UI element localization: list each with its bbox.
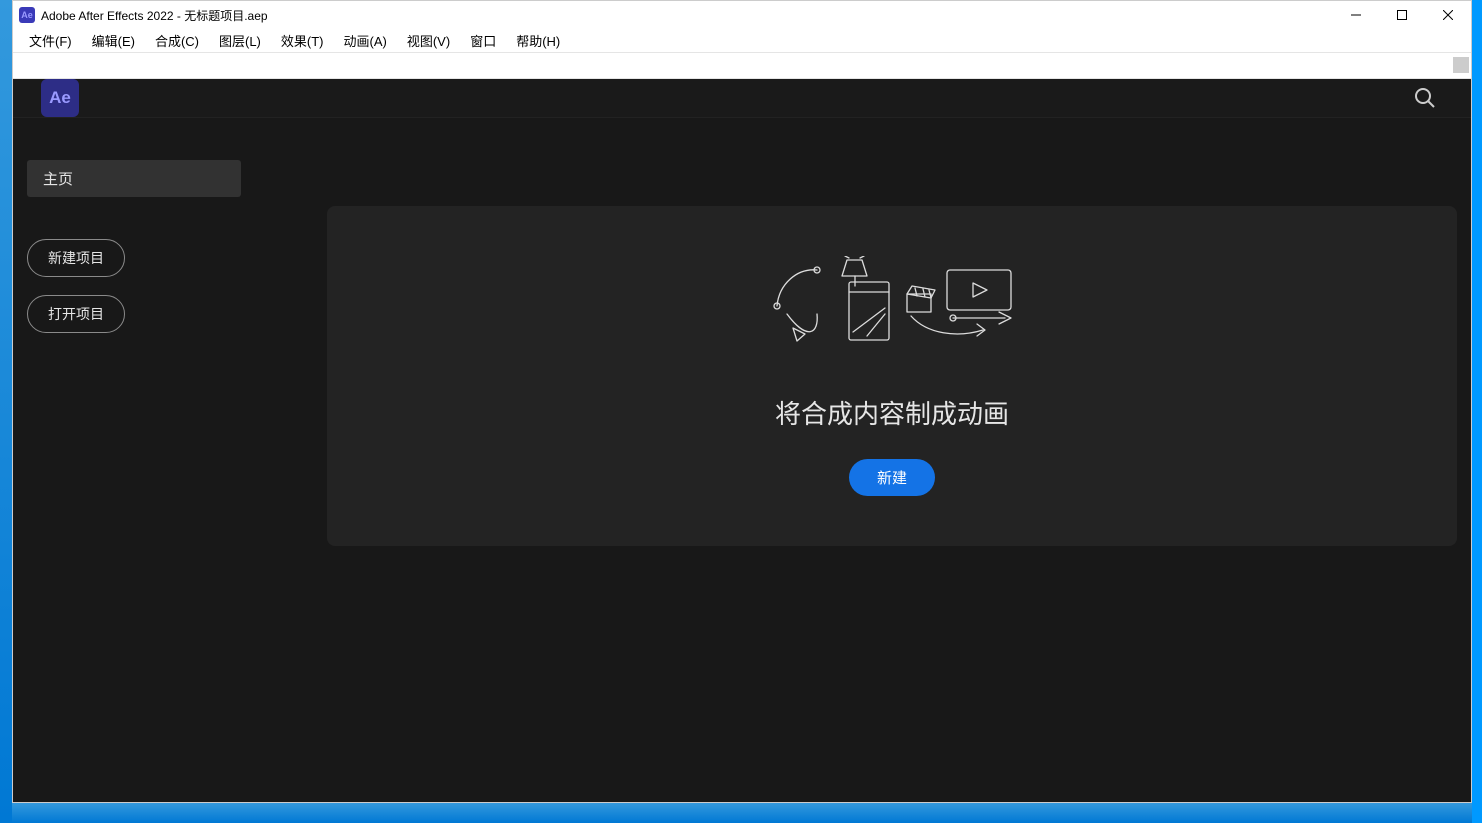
new-composition-button[interactable]: 新建 — [849, 459, 935, 496]
home-sidebar: 主页 新建项目 打开项目 — [27, 118, 327, 802]
welcome-card: 将合成内容制成动画 新建 — [327, 206, 1457, 546]
menu-view[interactable]: 视图(V) — [397, 29, 460, 52]
close-icon — [1443, 10, 1453, 20]
window-title: Adobe After Effects 2022 - 无标题项目.aep — [41, 7, 268, 24]
toolbar-grip[interactable] — [1453, 57, 1469, 73]
menu-file[interactable]: 文件(F) — [19, 29, 82, 52]
maximize-icon — [1397, 10, 1407, 20]
menu-effect[interactable]: 效果(T) — [271, 29, 334, 52]
welcome-illustration-icon — [767, 256, 1017, 348]
menubar: 文件(F) 编辑(E) 合成(C) 图层(L) 效果(T) 动画(A) 视图(V… — [13, 29, 1471, 53]
app-body: Ae 主页 新建项目 打开项目 — [13, 79, 1471, 802]
toolbar-area — [13, 53, 1471, 79]
open-project-button[interactable]: 打开项目 — [27, 295, 125, 333]
minimize-button[interactable] — [1333, 1, 1379, 29]
window-controls — [1333, 1, 1471, 29]
taskbar[interactable] — [12, 803, 1472, 823]
home-header: Ae — [13, 79, 1471, 117]
menu-layer[interactable]: 图层(L) — [209, 29, 271, 52]
sidebar-tab-home[interactable]: 主页 — [27, 160, 241, 197]
home-content: 主页 新建项目 打开项目 — [13, 117, 1471, 802]
new-project-button[interactable]: 新建项目 — [27, 239, 125, 277]
app-icon: Ae — [19, 7, 35, 23]
search-button[interactable] — [1407, 80, 1443, 116]
ae-logo: Ae — [41, 79, 79, 117]
titlebar[interactable]: Ae Adobe After Effects 2022 - 无标题项目.aep — [13, 1, 1471, 29]
ae-logo-text: Ae — [49, 88, 71, 108]
menu-window[interactable]: 窗口 — [460, 29, 506, 52]
close-button[interactable] — [1425, 1, 1471, 29]
app-window: Ae Adobe After Effects 2022 - 无标题项目.aep … — [12, 0, 1472, 803]
menu-animation[interactable]: 动画(A) — [334, 29, 397, 52]
maximize-button[interactable] — [1379, 1, 1425, 29]
welcome-title: 将合成内容制成动画 — [775, 394, 1009, 431]
menu-edit[interactable]: 编辑(E) — [82, 29, 145, 52]
app-icon-text: Ae — [21, 10, 33, 20]
search-icon — [1413, 86, 1437, 110]
menu-composition[interactable]: 合成(C) — [145, 29, 209, 52]
minimize-icon — [1351, 10, 1361, 20]
menu-help[interactable]: 帮助(H) — [506, 29, 570, 52]
desktop-left-strip — [0, 0, 12, 823]
